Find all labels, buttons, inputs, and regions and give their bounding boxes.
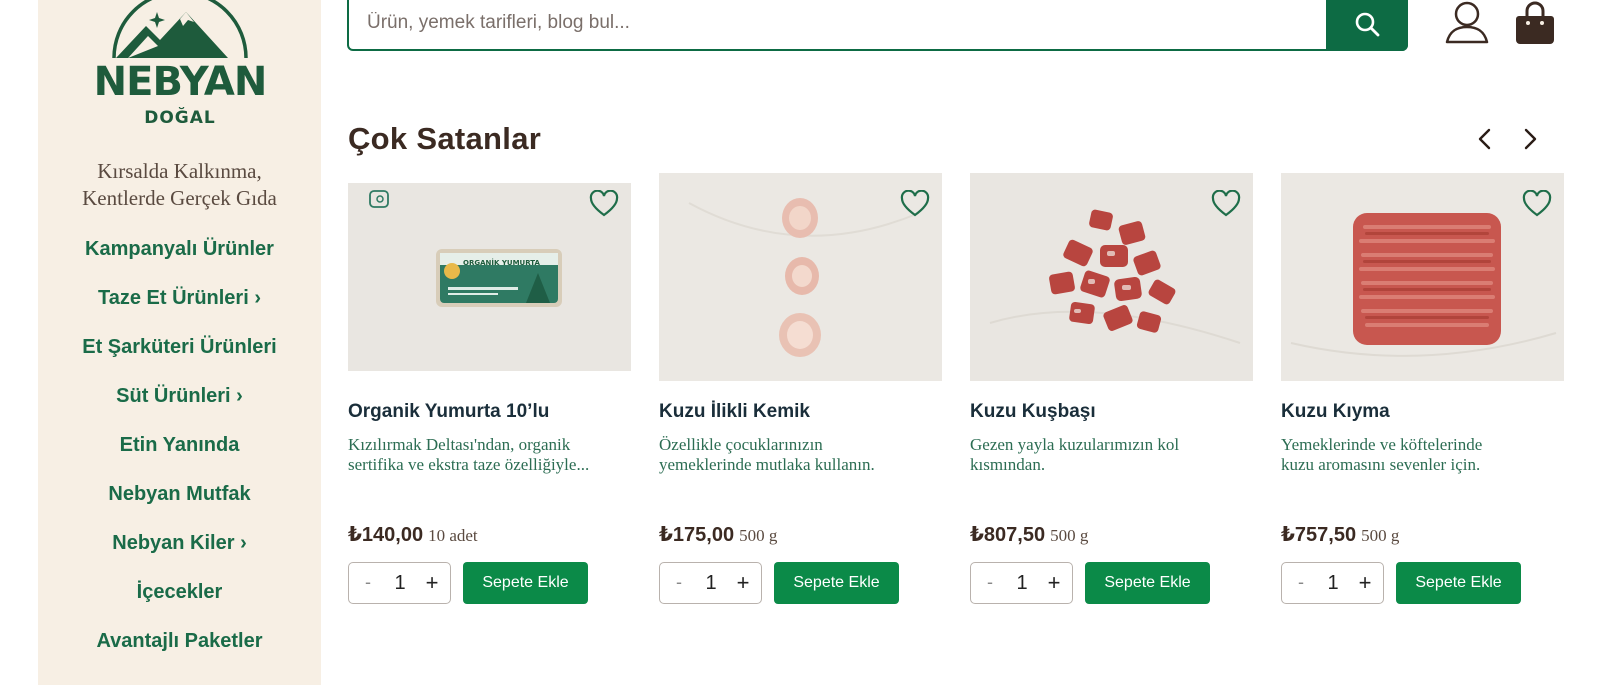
section-title: Çok Satanlar — [348, 121, 542, 156]
product-description: Yemeklerinde ve köftelerinde kuzu aromas… — [1281, 435, 1564, 475]
favorite-heart-icon[interactable] — [900, 189, 930, 218]
sidebar-item-nebyan-mutfak[interactable]: Nebyan Mutfak — [38, 481, 321, 530]
product-description: Özellikle çocuklarınızın yemeklerinde mu… — [659, 435, 942, 475]
quantity-value[interactable]: 1 — [387, 572, 413, 595]
search-button[interactable] — [1326, 0, 1408, 51]
decrease-quantity-button[interactable]: - — [359, 572, 377, 593]
price-amount: ₺175,00 — [659, 524, 735, 546]
quantity-stepper: - 1 + — [970, 562, 1073, 604]
decrease-quantity-button[interactable]: - — [670, 572, 688, 593]
add-to-cart-button[interactable]: Sepete Ekle — [774, 562, 899, 604]
favorite-heart-icon[interactable] — [589, 189, 619, 218]
search-input[interactable] — [367, 4, 1307, 42]
brand-logo[interactable]: NEBYAN DOĞAL — [88, 0, 272, 130]
product-card: ORGANİK YUMURTA Organik Yumurta 10’lu Kı… — [348, 173, 631, 613]
increase-quantity-button[interactable]: + — [421, 570, 443, 596]
tagline-line-1: Kırsalda Kalkınma, — [97, 159, 262, 183]
product-price: ₺175,00 500 g — [659, 522, 777, 547]
price-unit: 10 adet — [428, 526, 478, 545]
product-description: Kızılırmak Deltası'ndan, organik sertifi… — [348, 435, 631, 475]
sidebar-item-avantajli-paketler[interactable]: Avantajlı Paketler — [38, 628, 321, 677]
sidebar-item-nebyan-kiler[interactable]: Nebyan Kiler › — [38, 530, 321, 579]
brand-name: NEBYAN — [93, 59, 268, 105]
sidebar-item-kampanyali-urunler[interactable]: Kampanyalı Ürünler — [38, 236, 321, 285]
increase-quantity-button[interactable]: + — [1043, 570, 1065, 596]
product-card: Kuzu Kuşbaşı Gezen yayla kuzularımızın k… — [970, 173, 1253, 613]
product-description-line-2: sertifika ve ekstra taze özelliğiyle... — [348, 455, 590, 474]
decrease-quantity-button[interactable]: - — [981, 572, 999, 593]
add-to-cart-button[interactable]: Sepete Ekle — [463, 562, 588, 604]
sidebar: NEBYAN DOĞAL Kırsalda Kalkınma, Kentlerd… — [38, 0, 321, 685]
svg-text:ORGANİK YUMURTA: ORGANİK YUMURTA — [463, 258, 541, 267]
increase-quantity-button[interactable]: + — [732, 570, 754, 596]
price-unit: 500 g — [1050, 526, 1089, 545]
carousel-prev-button[interactable] — [1470, 124, 1500, 154]
favorite-heart-icon[interactable] — [1211, 189, 1241, 218]
price-amount: ₺140,00 — [348, 524, 424, 546]
product-card: Kuzu Kıyma Yemeklerinde ve köftelerinde … — [1281, 173, 1564, 613]
chevron-right-icon — [1524, 128, 1537, 150]
shopping-bag-icon[interactable] — [1515, 0, 1555, 46]
price-unit: 500 g — [739, 526, 778, 545]
product-description-line-1: Özellikle çocuklarınızın — [659, 435, 823, 454]
product-description: Gezen yayla kuzularımızın kol kısmından. — [970, 435, 1253, 475]
sidebar-item-icecekler[interactable]: İçecekler — [38, 579, 321, 628]
quantity-stepper: - 1 + — [659, 562, 762, 604]
quantity-value[interactable]: 1 — [1009, 572, 1035, 595]
sidebar-item-sut-urunleri[interactable]: Süt Ürünleri › — [38, 383, 321, 432]
product-price: ₺140,00 10 adet — [348, 522, 478, 547]
brand-subtitle: DOĞAL — [144, 108, 216, 128]
product-name[interactable]: Organik Yumurta 10’lu — [348, 401, 549, 423]
favorite-heart-icon[interactable] — [1522, 189, 1552, 218]
price-amount: ₺757,50 — [1281, 524, 1357, 546]
product-description-line-2: kuzu aromasını sevenler için. — [1281, 455, 1481, 474]
increase-quantity-button[interactable]: + — [1354, 570, 1376, 596]
carousel-next-button[interactable] — [1515, 124, 1545, 154]
product-price: ₺757,50 500 g — [1281, 522, 1399, 547]
product-price: ₺807,50 500 g — [970, 522, 1088, 547]
quantity-stepper: - 1 + — [348, 562, 451, 604]
search-bar — [347, 0, 1408, 51]
chevron-left-icon — [1478, 128, 1491, 150]
decrease-quantity-button[interactable]: - — [1292, 572, 1310, 593]
product-name[interactable]: Kuzu İlikli Kemik — [659, 401, 810, 423]
sidebar-item-etin-yaninda[interactable]: Etin Yanında — [38, 432, 321, 481]
add-to-cart-button[interactable]: Sepete Ekle — [1396, 562, 1521, 604]
brand-tagline: Kırsalda Kalkınma, Kentlerde Gerçek Gıda — [38, 158, 321, 212]
tagline-line-2: Kentlerde Gerçek Gıda — [82, 186, 277, 210]
product-name[interactable]: Kuzu Kıyma — [1281, 401, 1390, 423]
mountain-logo-icon — [112, 0, 248, 59]
product-description-line-2: yemeklerinde mutlaka kullanın. — [659, 455, 875, 474]
user-account-icon[interactable] — [1444, 0, 1490, 46]
add-to-cart-button[interactable]: Sepete Ekle — [1085, 562, 1210, 604]
sidebar-item-taze-et-urunleri[interactable]: Taze Et Ürünleri › — [38, 285, 321, 334]
product-description-line-2: kısmından. — [970, 455, 1046, 474]
quantity-value[interactable]: 1 — [1320, 572, 1346, 595]
quantity-value[interactable]: 1 — [698, 572, 724, 595]
price-unit: 500 g — [1361, 526, 1400, 545]
product-card: Kuzu İlikli Kemik Özellikle çocuklarınız… — [659, 173, 942, 613]
product-description-line-1: Kızılırmak Deltası'ndan, organik — [348, 435, 571, 454]
price-amount: ₺807,50 — [970, 524, 1046, 546]
sidebar-item-et-sarkuteri-urunleri[interactable]: Et Şarküteri Ürünleri — [38, 334, 321, 383]
search-icon — [1355, 12, 1380, 36]
category-menu: Kampanyalı Ürünler Taze Et Ürünleri › Et… — [38, 236, 321, 677]
quantity-stepper: - 1 + — [1281, 562, 1384, 604]
product-description-line-1: Gezen yayla kuzularımızın kol — [970, 435, 1180, 454]
product-description-line-1: Yemeklerinde ve köftelerinde — [1281, 435, 1483, 454]
product-name[interactable]: Kuzu Kuşbaşı — [970, 401, 1096, 423]
